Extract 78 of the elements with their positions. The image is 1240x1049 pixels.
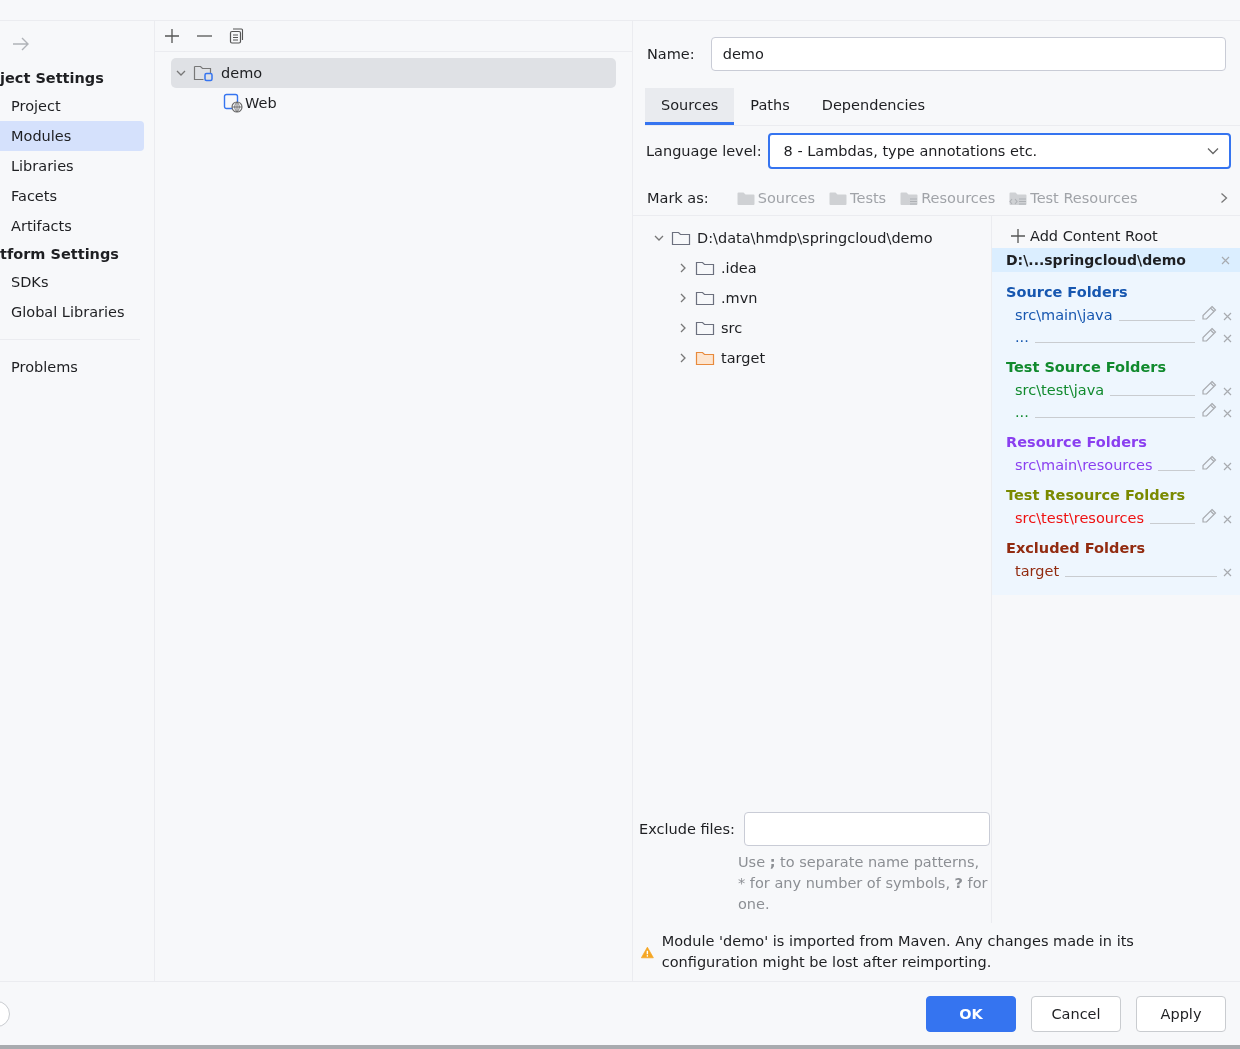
field-label: Exclude files: — [639, 821, 735, 837]
close-icon[interactable] — [1223, 312, 1232, 321]
add-icon[interactable] — [164, 28, 180, 44]
field-label: Name: — [647, 46, 695, 62]
sidebar-item[interactable]: SDKs — [0, 267, 144, 297]
folder-path: target — [1015, 562, 1060, 581]
folder-path: src\test\resources — [1015, 509, 1145, 528]
folder-icon — [671, 230, 691, 246]
sidebar-item[interactable]: Facets — [0, 181, 144, 211]
tree-label[interactable]: src — [721, 320, 743, 336]
pencil-icon[interactable] — [1201, 305, 1217, 321]
module-folder-icon — [193, 63, 215, 83]
sidebar-item[interactable]: Global Libraries — [0, 297, 144, 327]
folder-path: ... — [1015, 328, 1029, 347]
close-icon[interactable] — [1223, 462, 1232, 471]
group-title: Source Folders — [1006, 283, 1129, 302]
close-icon[interactable] — [1223, 515, 1232, 524]
folder-path: src\main\java — [1015, 306, 1113, 325]
tree-label[interactable]: D:\data\hmdp\springcloud\demo — [697, 230, 933, 246]
add-icon — [1010, 228, 1026, 244]
pencil-icon[interactable] — [1201, 455, 1217, 471]
warning-text: Module 'demo' is imported from Maven. Any changes made in its configuration might be lost after reimporting. — [661, 932, 1135, 972]
pencil-icon[interactable] — [1201, 402, 1217, 418]
language-level-dropdown[interactable]: 8 - Lambdas, type annotations etc. — [767, 133, 1231, 169]
section-heading: tform Settings — [0, 245, 120, 264]
group-title: Resource Folders — [1006, 433, 1148, 452]
tree-label[interactable]: target — [721, 350, 766, 366]
caret-icon — [1207, 147, 1219, 155]
forward-arrow-icon[interactable] — [12, 37, 30, 51]
web-facet-icon — [223, 93, 243, 113]
sidebar-item[interactable]: Artifacts — [0, 211, 144, 241]
exclude-files-field[interactable] — [743, 812, 990, 846]
pencil-icon[interactable] — [1201, 380, 1217, 396]
group-title: Test Resource Folders — [1006, 486, 1187, 505]
hint-text: Use ; to separate name patterns, * for any number of symbols, ? for one. — [738, 853, 988, 914]
dialog-button[interactable]: Apply — [1136, 995, 1226, 1032]
close-icon[interactable] — [1223, 409, 1232, 418]
field-label: Language level: — [646, 143, 762, 159]
tree-label: demo — [221, 65, 263, 81]
group-title: Test Source Folders — [1006, 358, 1167, 377]
close-icon[interactable] — [1223, 334, 1232, 343]
tree-label[interactable]: Web — [245, 95, 277, 111]
tree-label[interactable]: .idea — [721, 260, 757, 276]
sidebar-item[interactable]: Libraries — [0, 151, 144, 181]
name-field[interactable]: demo — [710, 37, 1226, 71]
pencil-icon[interactable] — [1201, 508, 1217, 524]
folder-icon — [829, 190, 848, 206]
sidebar-item[interactable]: Project — [0, 91, 144, 121]
close-icon[interactable] — [1223, 387, 1232, 396]
tab[interactable]: Paths — [734, 88, 806, 125]
folder-path: ... — [1015, 403, 1029, 422]
folder-icon — [695, 290, 715, 306]
content-root-path: D:\...springcloud\demo — [1006, 252, 1186, 268]
chevron-right-icon[interactable] — [1220, 192, 1228, 204]
folder-icon — [1009, 190, 1028, 206]
close-icon[interactable] — [1221, 255, 1230, 265]
folder-icon — [695, 320, 715, 336]
sidebar-item[interactable]: Modules — [0, 121, 144, 151]
tree-label[interactable]: .mvn — [721, 290, 758, 306]
tree-row[interactable]: demo — [171, 58, 616, 88]
dialog-button[interactable]: Cancel — [1031, 995, 1121, 1032]
folder-icon — [736, 190, 755, 206]
tab[interactable]: Dependencies — [805, 88, 941, 125]
copy-icon[interactable] — [228, 28, 244, 44]
folder-icon — [695, 260, 715, 276]
folder-icon — [695, 350, 715, 366]
close-icon[interactable] — [1223, 568, 1232, 577]
field-label: Mark as: — [647, 190, 709, 206]
section-heading: ject Settings — [0, 69, 105, 88]
folder-icon — [900, 190, 919, 206]
add-content-root-button[interactable]: Add Content Root — [992, 216, 1240, 248]
dialog-button[interactable]: OK — [926, 995, 1016, 1032]
group-title: Excluded Folders — [1006, 539, 1147, 558]
folder-path: src\test\java — [1015, 381, 1105, 400]
folder-path: src\main\resources — [1015, 456, 1153, 475]
tab[interactable]: Sources — [645, 88, 735, 125]
pencil-icon[interactable] — [1201, 327, 1217, 343]
sidebar-item[interactable]: Problems — [0, 352, 144, 382]
